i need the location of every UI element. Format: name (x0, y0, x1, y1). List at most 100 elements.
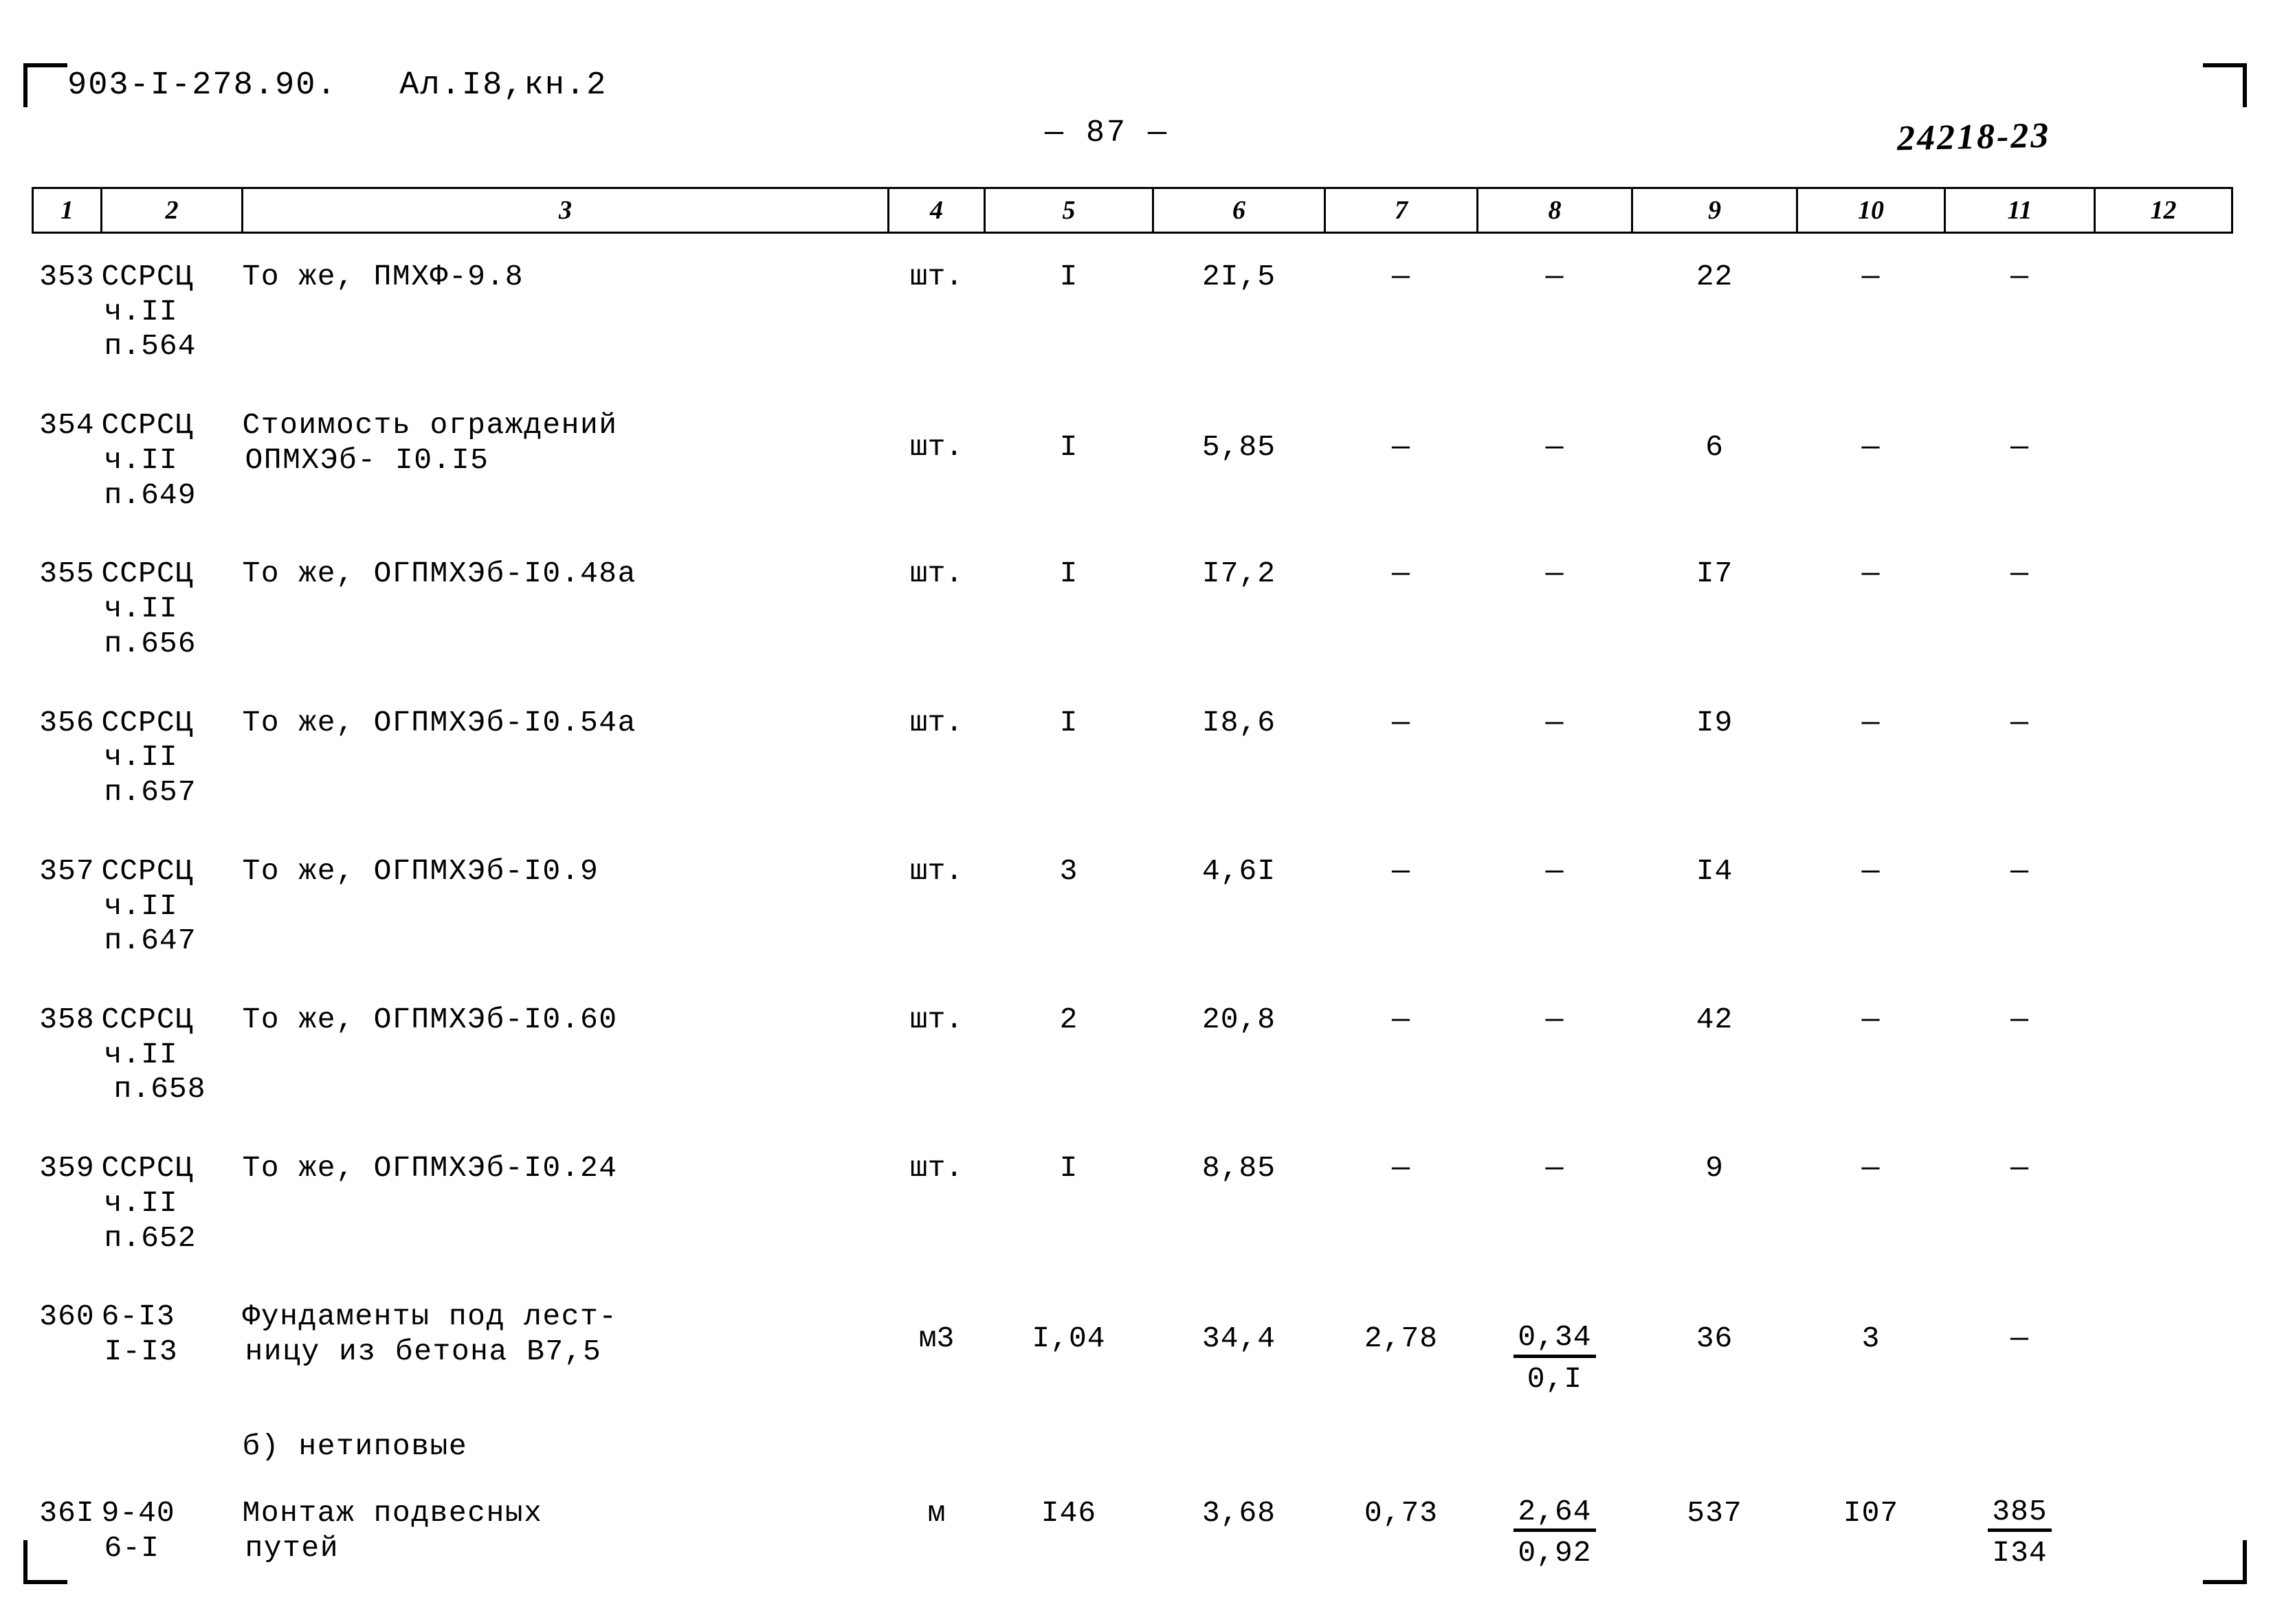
estimate-table: 1 2 3 4 5 6 7 8 9 10 11 12 353 ССРСЦ ч.I… (32, 187, 2233, 1574)
row-spacer (33, 367, 2232, 405)
col-number-12: 12 (2094, 187, 2233, 234)
row-number: 358 (39, 1003, 95, 1037)
row-col9: 537 (1687, 1496, 1742, 1531)
row-col10: — (1861, 1151, 1881, 1186)
row-col11: — (2010, 1003, 2029, 1037)
source-ref-line1: ССРСЦ (101, 1003, 194, 1037)
fraction-denominator: I34 (1992, 1536, 2048, 1570)
document-page: 903-I-278.90. Ал.I8,кн.2 — 87 — 24218-23… (0, 0, 2273, 1624)
row-spacer (33, 961, 2232, 1000)
source-ref-line3: п.649 (104, 478, 197, 512)
row-col8: — (1545, 430, 1564, 465)
row-unit: шт. (909, 430, 964, 465)
fraction-numerator: 2,64 (1514, 1496, 1596, 1533)
row-col7: — (1392, 705, 1410, 739)
description-line1: Стоимость ограждений (242, 408, 618, 443)
source-ref-line1: ССРСЦ (101, 1151, 194, 1186)
page-number: — 87 — (1045, 115, 1169, 151)
source-ref-line1: ССРСЦ (101, 557, 194, 591)
row-unit: шт. (909, 705, 964, 739)
col-number-9: 9 (1631, 187, 1798, 234)
source-ref-line2: ч.II (104, 443, 178, 477)
row-col8-fraction: 2,64 0,92 (1478, 1493, 1632, 1574)
row-source-ref: ССРСЦ ч.II п.658 (102, 1000, 243, 1110)
row-source-ref: ССРСЦ ч.II п.657 (102, 703, 243, 813)
row-source-ref: 6-I3 I-I3 (102, 1297, 243, 1399)
row-number: 359 (39, 1151, 95, 1186)
row-description: То же, ОГПМХЭб-I0.24 (242, 1151, 618, 1186)
table-row: 360 6-I3 I-I3 Фундаменты под лест- ницу … (33, 1297, 2232, 1399)
row-col12 (2095, 405, 2232, 515)
row-qty: I (1059, 705, 1078, 739)
row-description: То же, ОГПМХЭб-I0.48а (242, 557, 636, 591)
row-col6: 4,6I (1201, 854, 1276, 888)
source-ref-line3: п.656 (104, 626, 197, 660)
row-qty: I (1059, 430, 1078, 465)
row-col8: — (1545, 557, 1564, 591)
row-col12 (2095, 852, 2232, 961)
source-ref-line1: ССРСЦ (101, 408, 194, 443)
source-ref-line2: ч.II (104, 1186, 178, 1220)
row-col7: 2,78 (1364, 1322, 1439, 1356)
source-ref-line3: п.658 (113, 1072, 206, 1106)
row-col8: — (1545, 705, 1564, 739)
row-col7: — (1392, 1151, 1410, 1186)
col-number-3: 3 (241, 187, 889, 234)
row-col11: — (2010, 705, 2029, 739)
row-col6: 20,8 (1201, 1003, 1276, 1037)
source-ref-line1: ССРСЦ (101, 705, 194, 739)
row-col9: I9 (1696, 705, 1733, 739)
col-number-4: 4 (887, 187, 986, 234)
row-col12 (2095, 1493, 2232, 1574)
row-unit: шт. (909, 854, 964, 888)
row-source-ref: ССРСЦ ч.II п.647 (102, 852, 243, 961)
row-qty: I (1059, 557, 1078, 591)
row-col11-fraction: 385 I34 (1945, 1493, 2095, 1574)
row-description: То же, ОГПМХЭб-I0.60 (242, 1003, 618, 1037)
row-qty: 2 (1059, 1003, 1078, 1037)
row-col7: — (1392, 430, 1410, 465)
row-number: 356 (39, 705, 95, 739)
row-col9: I7 (1696, 557, 1733, 591)
row-spacer (33, 1258, 2232, 1297)
row-col7: 0,73 (1364, 1496, 1439, 1531)
source-ref-line2: ч.II (104, 294, 178, 329)
document-code: 903-I-278.90. Ал.I8,кн.2 (67, 67, 608, 104)
row-col10: — (1861, 430, 1881, 465)
fraction-denominator: 0,I (1527, 1361, 1583, 1396)
source-ref-line3: п.657 (104, 775, 197, 810)
row-source-ref: ССРСЦ ч.II п.564 (102, 257, 243, 367)
source-ref-line2: ч.II (104, 1037, 178, 1071)
description-line2: ницу из бетона В7,5 (245, 1335, 602, 1369)
col-number-10: 10 (1796, 187, 1946, 234)
row-col12 (2095, 1297, 2232, 1399)
col-number-11: 11 (1944, 187, 2096, 234)
row-col7: — (1392, 854, 1410, 888)
row-col8: — (1545, 1003, 1564, 1037)
row-col9: 6 (1705, 430, 1724, 465)
row-description: Монтаж подвесных путей (243, 1493, 889, 1574)
row-col12 (2095, 554, 2232, 664)
row-col7: — (1392, 260, 1410, 293)
table-row: 355 ССРСЦ ч.II п.656 То же, ОГПМХЭб-I0.4… (33, 554, 2232, 664)
table-row: 358 ССРСЦ ч.II п.658 То же, ОГПМХЭб-I0.6… (33, 1000, 2232, 1110)
row-col9: I4 (1696, 854, 1733, 888)
source-ref-line2: 6-I (104, 1531, 159, 1566)
table-row: 356 ССРСЦ ч.II п.657 То же, ОГПМХЭб-I0.5… (33, 703, 2232, 813)
table-row: 357 ССРСЦ ч.II п.647 То же, ОГПМХЭб-I0.9… (33, 852, 2232, 961)
row-unit: м (927, 1496, 946, 1531)
row-col8-fraction: 0,34 0,I (1478, 1297, 1632, 1399)
row-description: Стоимость ограждений ОПМХЭб- I0.I5 (243, 405, 889, 515)
row-col12 (2095, 703, 2232, 813)
row-qty: I,04 (1032, 1322, 1106, 1356)
row-unit: шт. (909, 1003, 964, 1037)
row-number: 36I (39, 1496, 95, 1531)
row-unit: шт. (909, 557, 964, 591)
source-ref-line3: п.647 (104, 924, 197, 958)
section-note-row: б) нетиповые (33, 1399, 2232, 1493)
row-source-ref: 9-40 6-I (102, 1493, 243, 1574)
row-qty: I (1059, 1151, 1078, 1186)
fraction: 0,34 0,I (1514, 1322, 1596, 1396)
row-col12 (2095, 1000, 2232, 1110)
row-col11: — (2010, 854, 2029, 888)
